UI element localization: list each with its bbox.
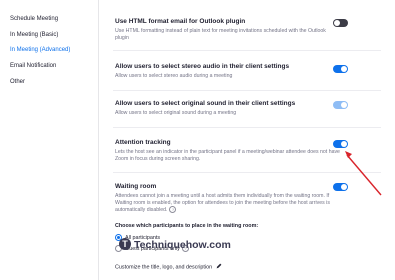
setting-title-attention-tracking: Attention tracking bbox=[115, 139, 171, 146]
setting-title-waiting-room: Waiting room bbox=[115, 183, 157, 190]
toggle-knob bbox=[341, 184, 347, 190]
sidebar-item-in-meeting-advanced[interactable]: In Meeting (Advanced) bbox=[10, 47, 70, 53]
customize-waiting-room: Customize the title, logo, and descripti… bbox=[115, 263, 222, 271]
toggle-original-sound[interactable] bbox=[333, 101, 348, 109]
setting-desc-waiting-room: Attendees cannot join a meeting until a … bbox=[115, 193, 341, 214]
customize-label: Customize the title, logo, and descripti… bbox=[115, 264, 213, 271]
toggle-knob bbox=[334, 20, 340, 26]
settings-sidebar: Schedule Meeting In Meeting (Basic) In M… bbox=[0, 0, 98, 280]
setting-desc-stereo-audio: Allow users to select stereo audio durin… bbox=[115, 73, 233, 79]
pencil-icon[interactable] bbox=[216, 263, 222, 271]
toggle-stereo-audio[interactable] bbox=[333, 65, 348, 73]
setting-desc-attention-tracking: Lets the host see an indicator in the pa… bbox=[115, 149, 340, 162]
help-icon[interactable]: ? bbox=[169, 206, 177, 214]
setting-desc-html-email: Use HTML formatting instead of plain tex… bbox=[115, 28, 326, 41]
sidebar-item-email-notification[interactable]: Email Notification bbox=[10, 63, 56, 69]
waiting-room-choose-label: Choose which participants to place in th… bbox=[115, 223, 259, 229]
pencil-icon-svg bbox=[216, 263, 222, 269]
toggle-html-email[interactable] bbox=[333, 19, 348, 27]
sidebar-item-schedule-meeting[interactable]: Schedule Meeting bbox=[10, 16, 58, 22]
watermark-text: Techniquehow.com bbox=[134, 239, 231, 251]
setting-title-stereo-audio: Allow users to select stereo audio in th… bbox=[115, 63, 290, 70]
toggle-knob bbox=[341, 66, 347, 72]
toggle-attention-tracking[interactable] bbox=[333, 140, 348, 148]
setting-desc-original-sound: Allow users to select original sound dur… bbox=[115, 110, 237, 116]
sidebar-item-in-meeting-basic[interactable]: In Meeting (Basic) bbox=[10, 32, 58, 38]
toggle-knob bbox=[341, 102, 347, 108]
setting-desc-waiting-room-text: Attendees cannot join a meeting until a … bbox=[115, 193, 330, 214]
settings-panel: Use HTML format email for Outlook plugin… bbox=[99, 0, 395, 280]
section-divider bbox=[113, 127, 381, 128]
sidebar-item-other[interactable]: Other bbox=[10, 79, 25, 85]
setting-title-original-sound: Allow users to select original sound in … bbox=[115, 100, 296, 107]
setting-title-html-email: Use HTML format email for Outlook plugin bbox=[115, 18, 246, 25]
section-divider bbox=[113, 172, 381, 173]
section-divider bbox=[113, 50, 381, 51]
toggle-knob bbox=[341, 141, 347, 147]
toggle-waiting-room[interactable] bbox=[333, 183, 348, 191]
watermark-logo: T bbox=[119, 238, 131, 250]
section-divider bbox=[113, 90, 381, 91]
